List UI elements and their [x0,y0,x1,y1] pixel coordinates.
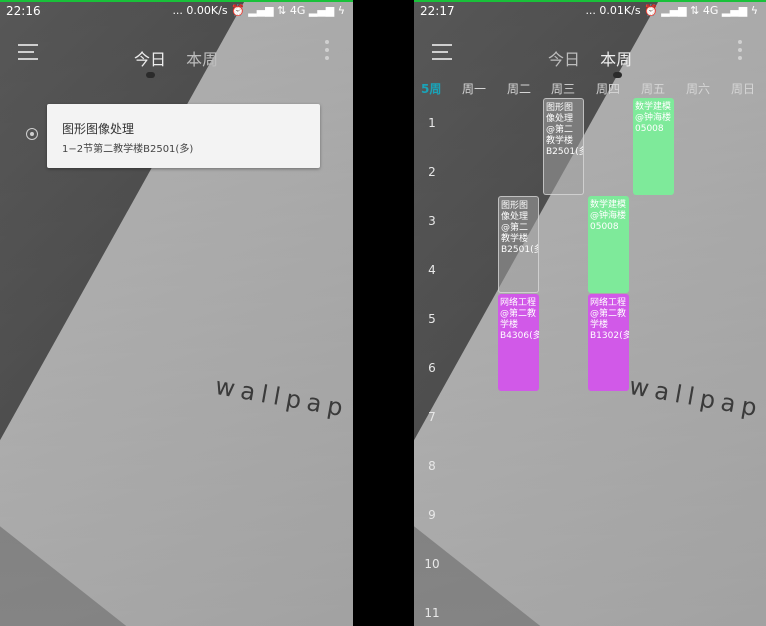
period-number: 1 [428,116,436,130]
day-label: 周五 [640,82,665,96]
week-number[interactable]: 5周 [421,80,441,97]
status-time: 22:17 [420,4,455,18]
period-number: 5 [428,312,436,326]
period-number: 9 [428,508,436,522]
period-number: 4 [428,263,436,277]
app-toolbar: 今日 本周 [0,38,353,78]
tab-week[interactable]: 本周 [600,46,632,70]
course-block[interactable]: 图形图像处理@第二教学楼B2501(多) [498,196,539,293]
status-bar: 22:16 ... 0.00K/s ⏰ ▂▄▆ ⇅ 4G ▂▄▆ ϟ [0,0,353,20]
day-label: 周六 [685,82,710,96]
tab-today[interactable]: 今日 [548,46,580,70]
period-number: 8 [428,459,436,473]
radio-icon[interactable] [26,128,38,140]
more-options-icon[interactable] [325,40,329,62]
left-screen: wallpap 22:16 ... 0.00K/s ⏰ ▂▄▆ ⇅ 4G ▂▄▆… [0,0,353,626]
tab-indicator [146,72,155,78]
status-time: 22:16 [6,4,41,18]
app-toolbar: 今日 本周 [414,38,766,78]
day-label: 周四 [595,82,620,96]
week-header: 5周 周一 周二 周三 周四 周五 周六 周日 [414,80,766,98]
course-location: 1−2节第二教学楼B2501(多) [62,144,194,155]
view-tabs: 今日 本周 [548,46,647,70]
course-block[interactable]: 网络工程@第二教学楼B1302(多) [588,294,629,391]
status-bar: 22:17 ... 0.01K/s ⏰ ▂▄▆ ⇅ 4G ▂▄▆ ϟ [414,0,766,20]
view-tabs: 今日 本周 [134,46,233,70]
more-options-icon[interactable] [738,40,742,62]
course-block[interactable]: 图形图像处理@第二教学楼B2501(多) [543,98,584,195]
day-label: 周一 [461,82,486,96]
period-number: 11 [424,606,440,620]
tab-today[interactable]: 今日 [134,46,166,70]
menu-icon[interactable] [18,44,38,60]
period-number: 3 [428,214,436,228]
period-number: 10 [424,557,440,571]
day-label: 周三 [550,82,575,96]
course-block[interactable]: 网络工程@第二教学楼B4306(多) [498,294,539,391]
status-indicators: ... 0.00K/s ⏰ ▂▄▆ ⇅ 4G ▂▄▆ ϟ [172,4,345,17]
period-number: 7 [428,410,436,424]
day-label: 周二 [506,82,531,96]
course-card[interactable]: 图形图像处理 1−2节第二教学楼B2501(多) [47,104,320,168]
tab-week[interactable]: 本周 [186,46,218,70]
course-block[interactable]: 数学建模@钟海楼05008 [588,196,629,293]
status-indicators: ... 0.01K/s ⏰ ▂▄▆ ⇅ 4G ▂▄▆ ϟ [585,4,758,17]
period-number: 6 [428,361,436,375]
right-screen: wallpap 22:17 ... 0.01K/s ⏰ ▂▄▆ ⇅ 4G ▂▄▆… [414,0,766,626]
day-label: 周日 [730,82,755,96]
period-number: 2 [428,165,436,179]
menu-icon[interactable] [432,44,452,60]
course-block[interactable]: 数学建模@钟海楼05008 [633,98,674,195]
tab-indicator [613,72,622,78]
course-title: 图形图像处理 [62,122,135,136]
